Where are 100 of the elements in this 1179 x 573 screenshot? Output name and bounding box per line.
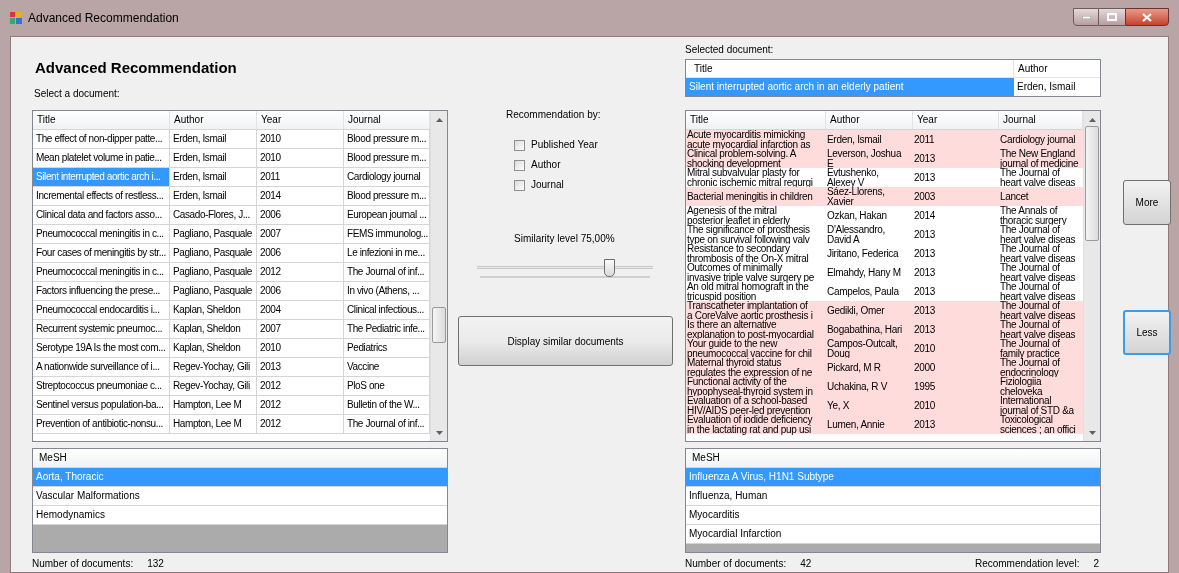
table-cell[interactable]: 2012 bbox=[257, 396, 344, 414]
similarity-slider[interactable] bbox=[477, 257, 653, 279]
mesh-item[interactable]: Vascular Malformations bbox=[33, 487, 447, 506]
table-cell[interactable]: 2007 bbox=[257, 320, 344, 338]
table-cell[interactable]: Regev-Yochay, Gili bbox=[170, 377, 257, 395]
table-cell-text: 2011 bbox=[913, 133, 936, 147]
close-button[interactable] bbox=[1125, 8, 1169, 26]
table-cell[interactable]: Streptococcus pneumoniae c... bbox=[33, 377, 170, 395]
table-cell[interactable]: 2014 bbox=[257, 187, 344, 205]
table-cell[interactable]: 2004 bbox=[257, 301, 344, 319]
table-cell[interactable]: 2012 bbox=[257, 377, 344, 395]
table-cell[interactable]: Mean platelet volume in patie... bbox=[33, 149, 170, 167]
maximize-button[interactable] bbox=[1099, 8, 1125, 26]
column-header[interactable]: Year bbox=[913, 111, 999, 129]
table-row[interactable]: Your guide to the new pneumococcal vaccine for chil Campos-Outcalt, Doug 2010 The Journal of family practice bbox=[686, 339, 1083, 358]
table-row[interactable]: Evaluation of iodide deficiency in the lactating rat and pup usi Lumen, Annie 2013 Toxicological sciences ; an offici bbox=[686, 415, 1083, 434]
table-cell-text: 2003 bbox=[913, 190, 937, 204]
table-cell[interactable]: 2010 bbox=[257, 149, 344, 167]
column-header[interactable]: MeSH bbox=[686, 449, 1100, 468]
scrollbar-thumb[interactable] bbox=[432, 307, 446, 343]
table-cell-text: 1995 bbox=[913, 380, 937, 394]
scroll-up-icon[interactable] bbox=[435, 117, 443, 122]
side-button[interactable]: More bbox=[1123, 180, 1171, 225]
table-cell[interactable]: Four cases of meningitis by str... bbox=[33, 244, 170, 262]
table-cell[interactable]: Kaplan, Sheldon bbox=[170, 301, 257, 319]
table-row[interactable]: Maternal thyroid status regulates the expression of ne Pickard, M R 2000 The Journal of endocrinology bbox=[686, 358, 1083, 377]
table-row[interactable]: Bacterial meningitis in children Sáez-Llorens, Xavier 2003 Lancet bbox=[686, 187, 1083, 206]
table-cell[interactable]: Erden, Ismail bbox=[170, 168, 257, 186]
table-cell[interactable]: Pagliano, Pasquale bbox=[170, 225, 257, 243]
column-header[interactable]: Title bbox=[686, 111, 826, 129]
table-cell[interactable]: 2010 bbox=[257, 339, 344, 357]
table-cell[interactable]: Kaplan, Sheldon bbox=[170, 339, 257, 357]
side-button[interactable]: Less bbox=[1123, 310, 1171, 355]
column-header[interactable]: Year bbox=[257, 111, 344, 129]
table-row[interactable]: Clinical problem-solving. A shocking development Leverson, Joshua E 2013 The New England journal of medicine bbox=[686, 149, 1083, 168]
table-cell[interactable]: 2011 bbox=[257, 168, 344, 186]
table-cell[interactable]: Erden, Ismail bbox=[1014, 78, 1100, 96]
table-row[interactable]: Transcatheter implantation of a CoreValve aortic prosthesis i Gedikli, Omer 2013 The Journal of heart valve diseas bbox=[686, 301, 1083, 320]
scroll-down-icon[interactable] bbox=[1088, 430, 1096, 435]
scrollbar-thumb[interactable] bbox=[1085, 126, 1099, 241]
checkbox-label[interactable]: Journal bbox=[531, 179, 564, 191]
table-cell[interactable]: Regev-Yochay, Gili bbox=[170, 358, 257, 376]
select-document-label: Select a document: bbox=[34, 88, 121, 100]
scrollbar[interactable] bbox=[1083, 111, 1100, 441]
table-cell[interactable]: Pagliano, Pasquale bbox=[170, 282, 257, 300]
column-header[interactable]: Author bbox=[170, 111, 257, 129]
mesh-item[interactable]: Hemodynamics bbox=[33, 506, 447, 525]
table-cell[interactable]: 2006 bbox=[257, 206, 344, 224]
table-cell[interactable]: Kaplan, Sheldon bbox=[170, 320, 257, 338]
checkbox[interactable] bbox=[514, 159, 525, 171]
table-cell[interactable]: Erden, Ismail bbox=[170, 130, 257, 148]
scrollbar[interactable] bbox=[430, 111, 447, 441]
table-cell[interactable]: Hampton, Lee M bbox=[170, 396, 257, 414]
table-row[interactable]: Is there an alternative explanation to post-myocardial Bogabathina, Hari 2013 The Journal of heart valve diseas bbox=[686, 320, 1083, 339]
checkbox-label[interactable]: Published Year bbox=[531, 139, 598, 151]
table-cell[interactable]: 2013 bbox=[257, 358, 344, 376]
column-header[interactable]: Title bbox=[686, 60, 1014, 77]
scroll-down-icon[interactable] bbox=[435, 430, 443, 435]
table-row[interactable]: Functional activity of the hypophyseal-thyroid system in Uchakina, R V 1995 Fiziologiia cheloveka bbox=[686, 377, 1083, 396]
table-cell[interactable]: Sentinel versus population-ba... bbox=[33, 396, 170, 414]
slider-thumb[interactable] bbox=[604, 259, 615, 277]
column-header[interactable]: Title bbox=[33, 111, 170, 129]
column-header[interactable]: MeSH bbox=[33, 449, 447, 468]
table-cell[interactable]: Pagliano, Pasquale bbox=[170, 244, 257, 262]
table-cell[interactable]: 2012 bbox=[257, 263, 344, 281]
table-cell[interactable]: Incremental effects of restless... bbox=[33, 187, 170, 205]
table-cell[interactable]: Prevention of antibiotic-nonsu... bbox=[33, 415, 170, 433]
document-count-label: Number of documents: bbox=[685, 558, 787, 570]
table-cell[interactable]: 2006 bbox=[257, 244, 344, 262]
checkbox-label[interactable]: Author bbox=[531, 159, 561, 171]
column-header[interactable]: Author bbox=[1014, 60, 1100, 77]
column-header[interactable]: Author bbox=[826, 111, 913, 129]
table-cell[interactable]: 2012 bbox=[257, 415, 344, 433]
table-cell[interactable]: Hampton, Lee M bbox=[170, 415, 257, 433]
table-cell[interactable]: Factors influencing the prese... bbox=[33, 282, 170, 300]
table-cell[interactable]: Pneumococcal meningitis in c... bbox=[33, 225, 170, 243]
table-cell[interactable]: Erden, Ismail bbox=[170, 149, 257, 167]
mesh-item[interactable]: Myocardial Infarction bbox=[686, 525, 1100, 544]
table-row[interactable]: Acute myocarditis mimicking acute myocardial infarction as Erden, Ismail 2011 Cardiology journal bbox=[686, 130, 1083, 149]
table-cell[interactable]: Clinical data and factors asso... bbox=[33, 206, 170, 224]
table-cell[interactable]: 2006 bbox=[257, 282, 344, 300]
table-cell[interactable]: The effect of non-dipper patte... bbox=[33, 130, 170, 148]
table-cell[interactable]: 2010 bbox=[257, 130, 344, 148]
table-cell[interactable]: Pagliano, Pasquale bbox=[170, 263, 257, 281]
table-cell[interactable]: Pneumococcal meningitis in c... bbox=[33, 263, 170, 281]
table-cell[interactable]: Serotype 19A Is the most com... bbox=[33, 339, 170, 357]
checkbox[interactable] bbox=[514, 179, 525, 191]
table-cell[interactable]: 2007 bbox=[257, 225, 344, 243]
table-row[interactable]: Evaluation of a school-based HIV/AIDS peer-led prevention Ye, X 2010 International journal of STD &a bbox=[686, 396, 1083, 415]
table-cell[interactable]: Erden, Ismail bbox=[170, 187, 257, 205]
minimize-button[interactable] bbox=[1073, 8, 1099, 26]
mesh-item[interactable]: Myocarditis bbox=[686, 506, 1100, 525]
table-cell[interactable]: Recurrent systemic pneumoc... bbox=[33, 320, 170, 338]
table-cell[interactable]: Casado-Flores, J... bbox=[170, 206, 257, 224]
mesh-item[interactable]: Influenza, Human bbox=[686, 487, 1100, 506]
table-cell[interactable]: Pneumococcal endocarditis i... bbox=[33, 301, 170, 319]
table-cell[interactable]: A nationwide surveillance of i... bbox=[33, 358, 170, 376]
display-similar-button[interactable]: Display similar documents bbox=[458, 316, 673, 366]
checkbox[interactable] bbox=[514, 139, 525, 151]
scroll-up-icon[interactable] bbox=[1088, 117, 1096, 122]
